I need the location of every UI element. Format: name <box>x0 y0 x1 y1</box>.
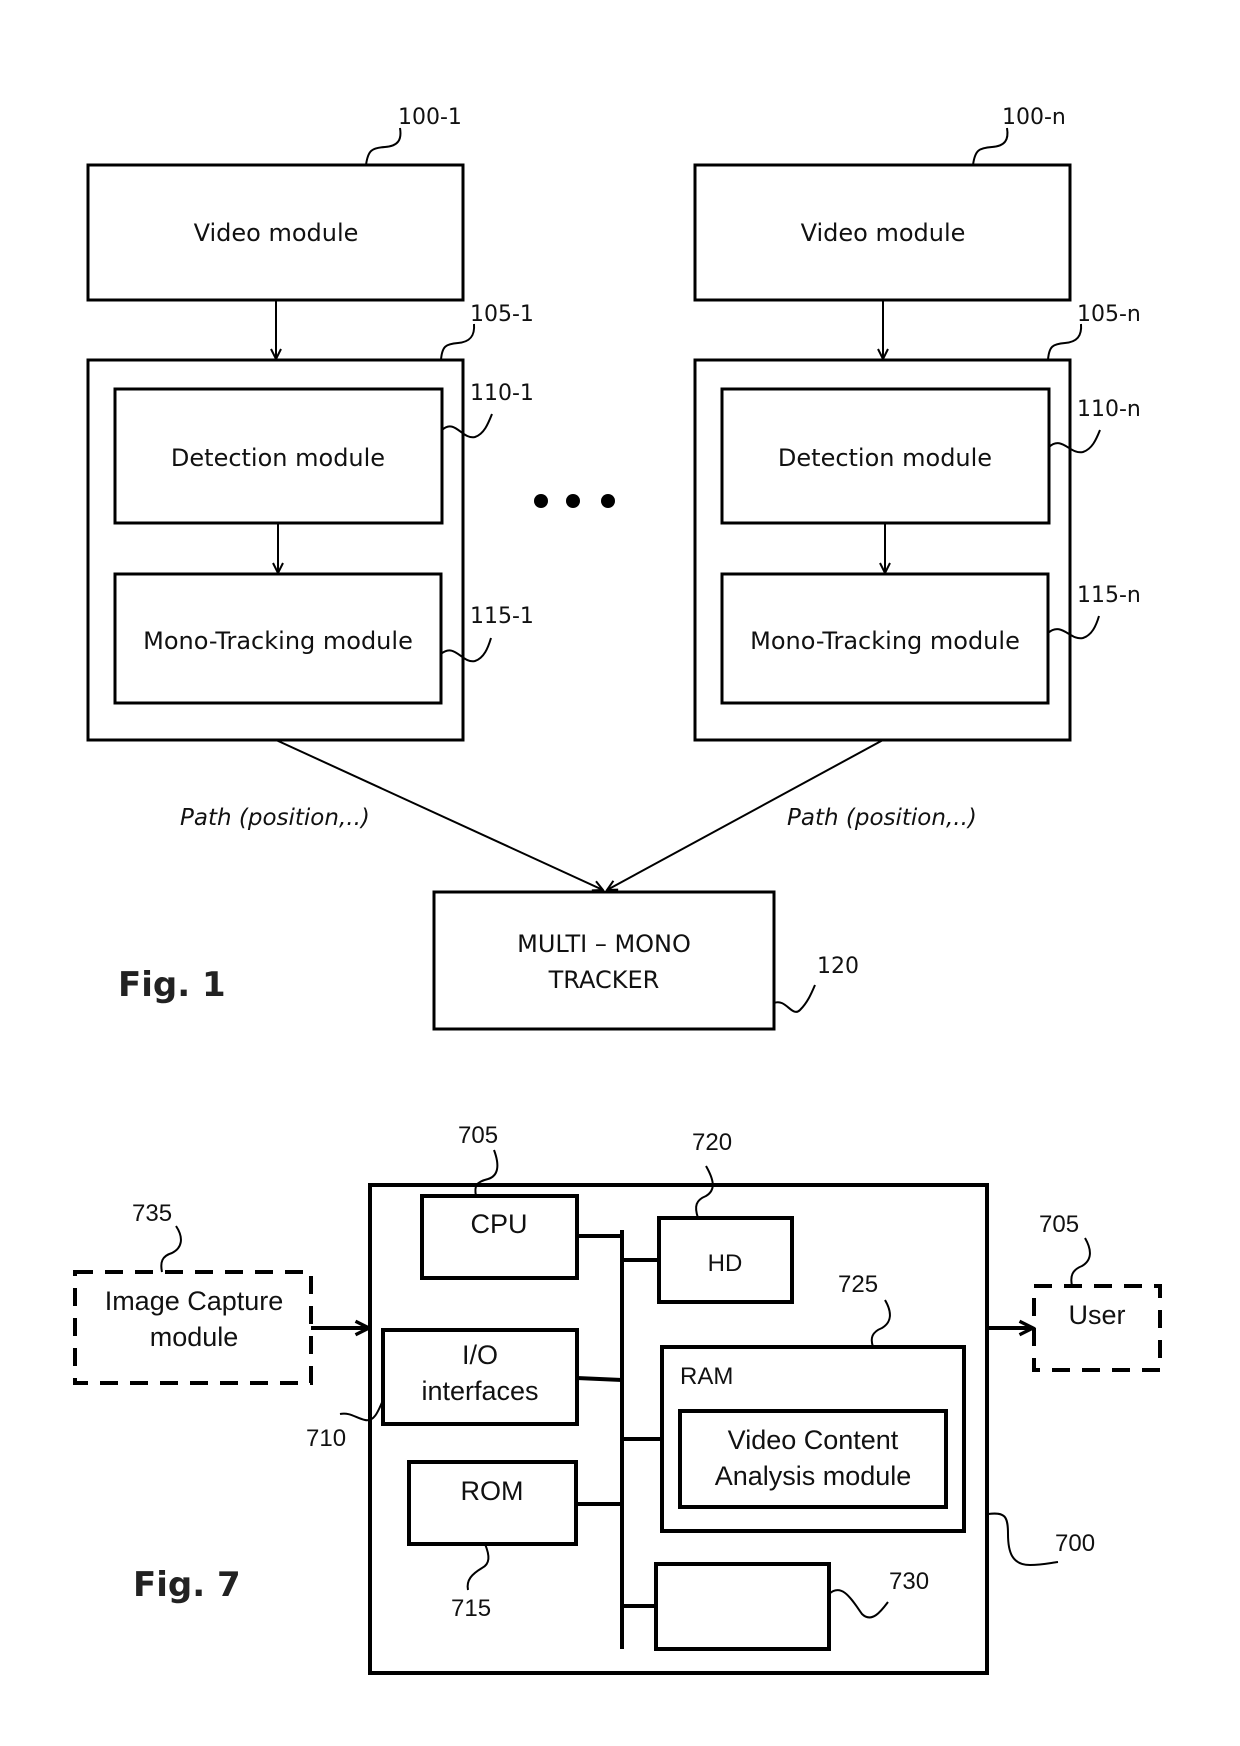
vca-label-line1: Video Content <box>728 1425 899 1455</box>
io-bus-link <box>576 1376 623 1382</box>
ref-110-1: 110-1 <box>470 381 534 406</box>
ref-730: 730 <box>889 1568 929 1595</box>
video-module-left: Video module 100-1 <box>86 105 465 302</box>
leader-105-n <box>1047 323 1083 361</box>
figure-7-label: Fig. 7 <box>133 1565 241 1605</box>
video-module-right-label: Video module <box>801 219 966 247</box>
ref-705-cpu: 705 <box>458 1122 498 1149</box>
ellipsis-dots <box>534 494 615 508</box>
unit-730-box <box>654 1562 831 1651</box>
leader-735 <box>160 1225 182 1273</box>
mono-tracking-module-right: Mono-Tracking module 115-n <box>720 572 1141 705</box>
leader-120 <box>773 984 816 1013</box>
ref-715: 715 <box>451 1595 491 1622</box>
figure-1-label: Fig. 1 <box>118 965 226 1005</box>
ref-725: 725 <box>838 1271 878 1298</box>
io-label-line2: interfaces <box>421 1376 538 1406</box>
image-capture-line2: module <box>150 1322 239 1352</box>
leader-105-1 <box>440 323 476 361</box>
ref-100-1: 100-1 <box>398 105 462 130</box>
ref-700: 700 <box>1055 1530 1095 1557</box>
leader-100-1 <box>365 127 402 166</box>
ref-115-1: 115-1 <box>470 604 534 629</box>
ram-label: RAM <box>680 1363 733 1390</box>
ref-735: 735 <box>132 1200 172 1227</box>
ellipsis-dot <box>601 494 615 508</box>
user-terminal: User 705 <box>987 1211 1162 1372</box>
ellipsis-dot <box>566 494 580 508</box>
ref-120: 120 <box>817 954 859 979</box>
vca-label-line2: Analysis module <box>715 1461 912 1491</box>
leader-700 <box>987 1512 1059 1567</box>
video-content-analysis-module: Video Content Analysis module <box>678 1409 948 1509</box>
io-label-line1: I/O <box>462 1340 498 1370</box>
user-label: User <box>1068 1300 1125 1330</box>
mono-tracking-module-left: Mono-Tracking module 115-1 <box>113 572 534 705</box>
ref-710: 710 <box>306 1425 346 1452</box>
right-chain: Video module 100-n 105-n Detection modul… <box>607 105 1141 890</box>
path-label-left: Path (position,..) <box>180 805 370 831</box>
ref-115-n: 115-n <box>1077 583 1141 608</box>
detection-module-right: Detection module 110-n <box>720 387 1141 525</box>
hd-label: HD <box>708 1250 743 1277</box>
mono-tracking-module-right-label: Mono-Tracking module <box>750 627 1020 655</box>
image-capture-module: Image Capture module 735 <box>73 1200 369 1385</box>
leader-100-n <box>972 127 1009 166</box>
ref-705-user: 705 <box>1039 1211 1079 1238</box>
detection-module-left: Detection module 110-1 <box>113 381 534 525</box>
mono-tracking-module-left-label: Mono-Tracking module <box>143 627 413 655</box>
multi-mono-tracker: MULTI – MONO TRACKER 120 <box>432 890 859 1031</box>
ellipsis-dot <box>534 494 548 508</box>
video-module-right: Video module 100-n <box>693 105 1072 302</box>
multi-mono-tracker-line2: TRACKER <box>548 966 660 994</box>
ref-105-n: 105-n <box>1077 302 1141 327</box>
multi-mono-tracker-box <box>432 890 776 1031</box>
multi-mono-tracker-line1: MULTI – MONO <box>517 930 691 958</box>
detection-module-right-label: Detection module <box>778 444 992 472</box>
rom-label: ROM <box>461 1476 524 1506</box>
leader-705-user <box>1070 1237 1091 1287</box>
ref-100-n: 100-n <box>1002 105 1066 130</box>
ref-720: 720 <box>692 1129 732 1156</box>
ref-110-n: 110-n <box>1077 397 1141 422</box>
detection-module-left-label: Detection module <box>171 444 385 472</box>
image-capture-line1: Image Capture <box>105 1286 284 1316</box>
cpu-label: CPU <box>470 1209 527 1239</box>
figure-7: 700 CPU 705 HD 720 I/O interfaces 710 RO… <box>73 1122 1162 1675</box>
figure-1: Video module 100-1 105-1 Detection modul… <box>86 105 1141 1031</box>
path-label-right: Path (position,..) <box>787 805 977 831</box>
patent-drawing-sheet: Video module 100-1 105-1 Detection modul… <box>73 105 1162 1675</box>
video-module-left-label: Video module <box>194 219 359 247</box>
left-chain: Video module 100-1 105-1 Detection modul… <box>86 105 603 890</box>
ref-105-1: 105-1 <box>470 302 534 327</box>
